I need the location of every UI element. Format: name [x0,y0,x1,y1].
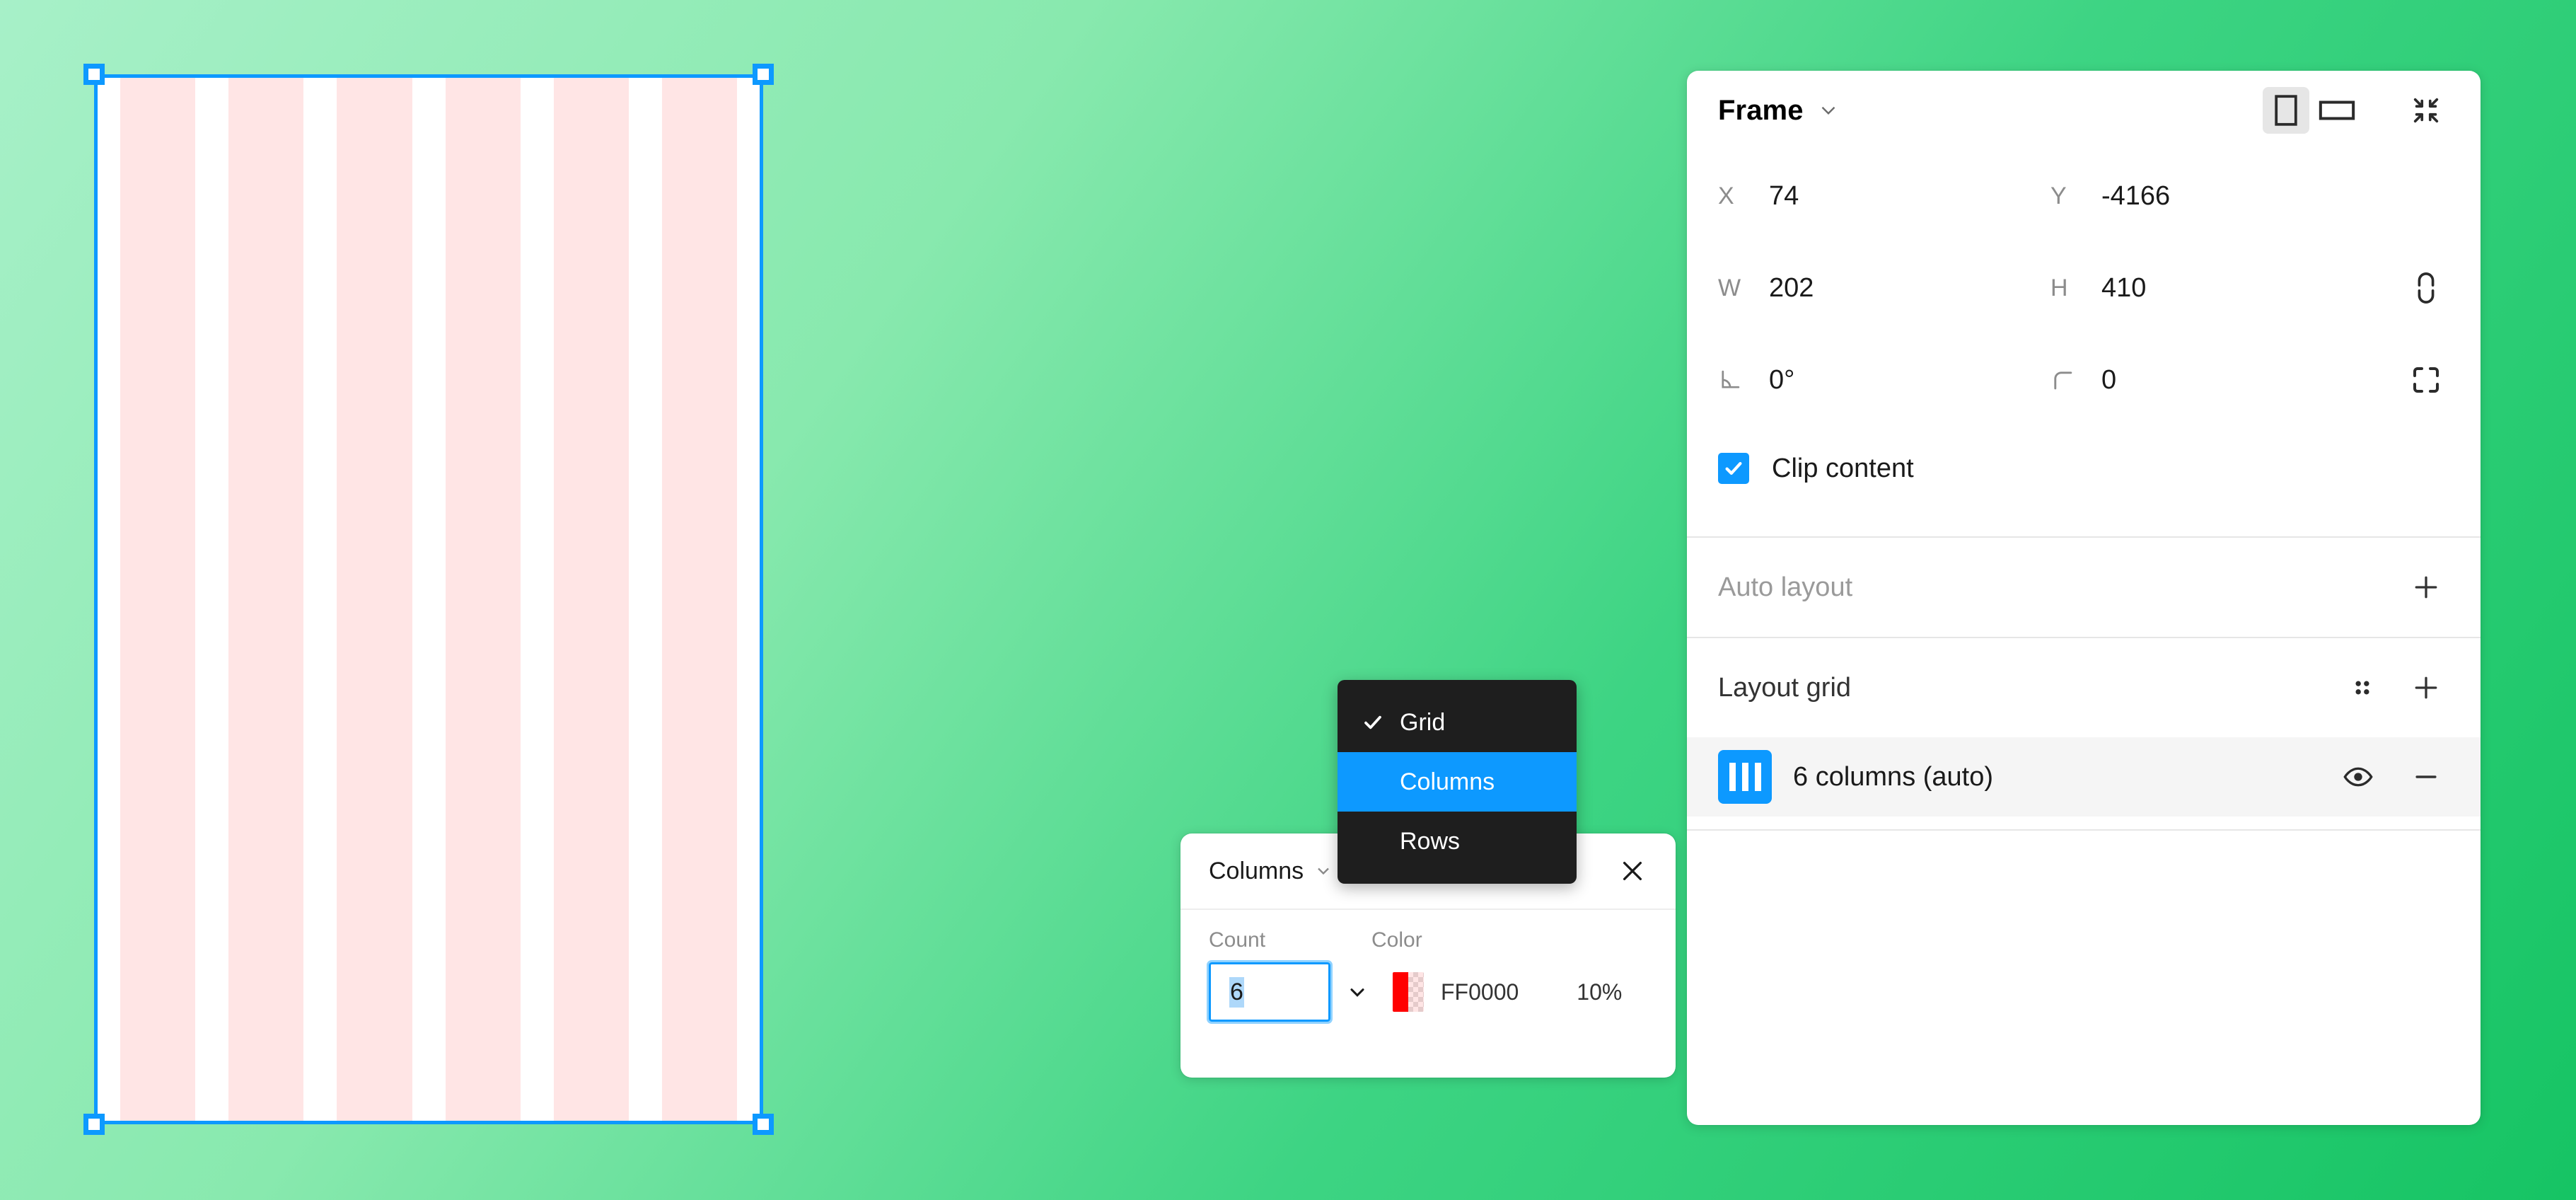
remove-layout-grid-button[interactable] [2403,754,2449,800]
clip-content-checkbox[interactable] [1718,453,1749,484]
resize-handle-bottom-left[interactable] [83,1114,105,1135]
corner-radius-icon [2050,368,2101,392]
eye-icon[interactable] [2335,754,2381,800]
layout-grid-item[interactable]: 6 columns (auto) [1687,737,2481,817]
selected-frame[interactable] [83,64,774,1135]
panel-header: Frame [1687,71,2481,150]
menu-item-grid[interactable]: Grid [1338,693,1577,752]
layout-grid-item-label: 6 columns (auto) [1793,761,1994,792]
count-value: 6 [1229,976,1244,1008]
y-value: -4166 [2101,180,2171,211]
height-value: 410 [2101,272,2147,303]
resize-to-fit-icon[interactable] [2403,87,2449,134]
corner-radius-field[interactable]: 0 [2050,365,2383,396]
frame-surface [96,76,761,1122]
orientation-toggle-group[interactable] [2263,87,2360,134]
menu-item-rows[interactable]: Rows [1338,812,1577,871]
menu-item-label: Grid [1400,708,1446,736]
transform-row: 0° 0 [1687,334,2481,426]
x-label: X [1718,182,1734,209]
resize-handle-top-left[interactable] [83,64,105,85]
layout-grid-section: Layout grid [1687,638,2481,737]
grid-column [661,76,738,1122]
add-auto-layout-button[interactable] [2403,564,2449,611]
layout-grid-settings-icon[interactable] [2339,664,2386,711]
grid-column [228,76,304,1122]
x-value: 74 [1769,180,1799,211]
width-field[interactable]: W 202 [1718,273,2050,304]
independent-corners-icon[interactable] [2403,357,2449,403]
y-field[interactable]: Y -4166 [2050,181,2383,212]
grid-gutter [195,76,228,1122]
grid-popover-body: Count Color 6 FF0000 10% [1180,910,1676,1024]
close-icon[interactable] [1618,856,1647,886]
grid-type-chevron-down-icon[interactable] [1313,861,1333,881]
page-title: Frame [1718,94,1804,126]
columns-grid-icon[interactable] [1718,750,1772,804]
menu-item-label: Rows [1400,827,1461,855]
clip-content-label: Clip content [1772,453,1914,483]
proportion-lock-icon[interactable] [2403,265,2449,311]
corner-radius-value: 0 [2101,364,2117,395]
rotation-value: 0° [1769,364,1795,395]
auto-layout-section: Auto layout [1687,538,2481,637]
grid-column [445,76,521,1122]
column-grid-overlay [96,76,761,1122]
resize-handle-top-right[interactable] [753,64,774,85]
grid-gutter [521,76,554,1122]
x-field[interactable]: X 74 [1718,181,2050,212]
count-input[interactable]: 6 [1207,960,1333,1024]
portrait-orientation-button[interactable] [2263,87,2309,134]
rotation-field[interactable]: 0° [1718,365,2050,396]
size-row: W 202 H 410 [1687,242,2481,334]
height-field[interactable]: H 410 [2050,273,2383,304]
color-label: Color [1371,928,1422,952]
grid-color-swatch[interactable] [1393,972,1424,1012]
chevron-down-icon[interactable] [1816,98,1840,122]
resize-handle-bottom-right[interactable] [753,1114,774,1135]
grid-gutter [303,76,337,1122]
menu-item-columns[interactable]: Columns [1338,752,1577,812]
grid-column [553,76,629,1122]
add-layout-grid-button[interactable] [2403,664,2449,711]
grid-color-opacity[interactable]: 10% [1577,979,1622,1005]
position-row: X 74 Y -4166 [1687,150,2481,242]
grid-color-hex[interactable]: FF0000 [1441,979,1519,1005]
menu-item-label: Columns [1400,768,1495,795]
grid-margin-left [96,76,120,1122]
height-label: H [2050,274,2068,301]
grid-type-label: Columns [1209,857,1304,884]
check-icon [1362,711,1400,734]
grid-gutter [412,76,446,1122]
grid-column [120,76,196,1122]
count-label: Count [1209,928,1266,952]
rotation-icon [1718,368,1769,392]
grid-column [337,76,412,1122]
divider [1687,829,2481,831]
grid-gutter [629,76,662,1122]
count-chevron-down-icon[interactable] [1338,981,1377,1003]
width-value: 202 [1769,272,1814,303]
grid-margin-right [737,76,761,1122]
layout-grid-label: Layout grid [1718,672,1852,703]
landscape-orientation-button[interactable] [2314,87,2360,134]
clip-content-row[interactable]: Clip content [1687,426,2481,511]
grid-type-dropdown-menu[interactable]: Grid Columns Rows [1338,680,1577,884]
width-label: W [1718,274,1741,301]
auto-layout-label: Auto layout [1718,572,1853,602]
y-label: Y [2050,182,2067,209]
properties-panel: Frame X 74 Y -4166 W 202 H 410 0° 0 Clip… [1687,71,2481,1125]
